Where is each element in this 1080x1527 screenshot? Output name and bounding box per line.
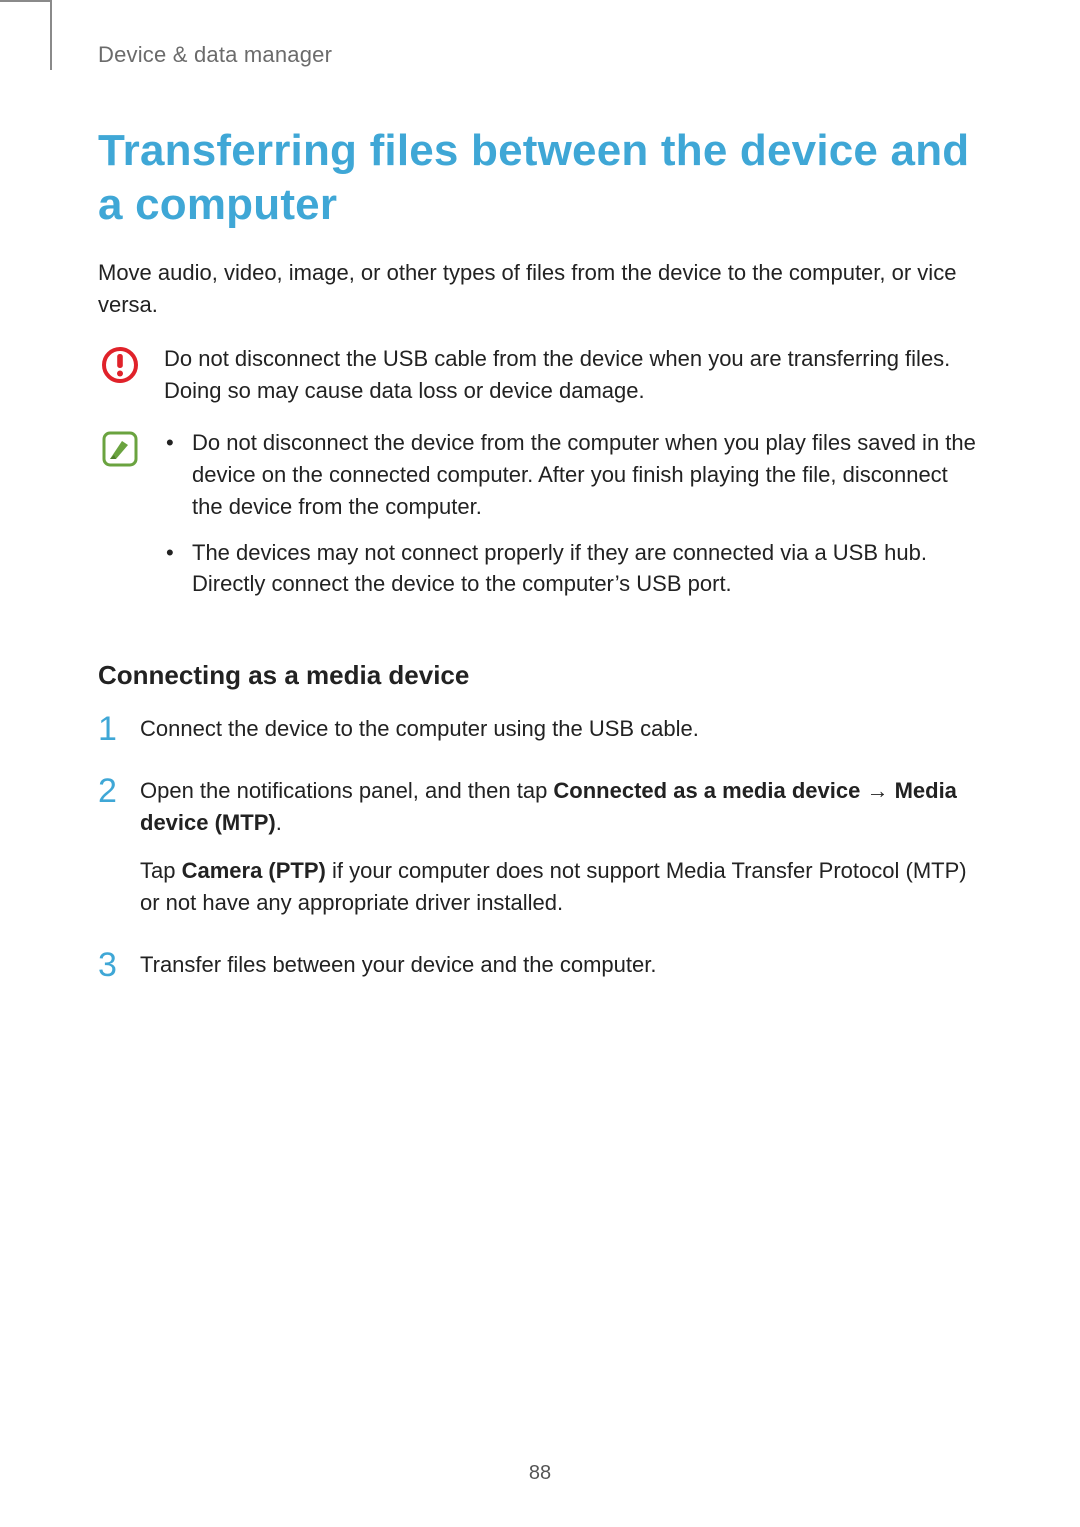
corner-rule-vertical xyxy=(50,0,52,70)
manual-page: Device & data manager Transferring files… xyxy=(0,0,1080,1527)
subheading: Connecting as a media device xyxy=(98,660,982,691)
note-bullet-list: Do not disconnect the device from the co… xyxy=(164,427,982,600)
caution-text: Do not disconnect the USB cable from the… xyxy=(164,343,982,407)
step-2-text: Open the notifications panel, and then t… xyxy=(140,775,982,839)
caution-icon xyxy=(98,343,142,407)
step-2: 2 Open the notifications panel, and then… xyxy=(98,775,982,919)
step-3: 3 Transfer files between your device and… xyxy=(98,949,982,981)
step-2-para-2: Tap Camera (PTP) if your computer does n… xyxy=(140,855,982,919)
note-icon xyxy=(98,427,142,614)
step-2p2-pre: Tap xyxy=(140,858,182,883)
note-bullet-1: Do not disconnect the device from the co… xyxy=(164,427,982,523)
steps-list: 1 Connect the device to the computer usi… xyxy=(98,713,982,980)
step-2p2-bold: Camera (PTP) xyxy=(182,858,326,883)
step-3-text: Transfer files between your device and t… xyxy=(140,949,982,981)
arrow-icon: → xyxy=(860,778,894,803)
step-1-text: Connect the device to the computer using… xyxy=(140,713,982,745)
step-2-post: . xyxy=(276,810,282,835)
section-header: Device & data manager xyxy=(98,42,982,68)
step-1: 1 Connect the device to the computer usi… xyxy=(98,713,982,745)
step-number-3: 3 xyxy=(98,941,117,990)
note-text: Do not disconnect the device from the co… xyxy=(164,427,982,614)
note-bullet-2: The devices may not connect properly if … xyxy=(164,537,982,601)
page-title: Transferring files between the device an… xyxy=(98,124,982,231)
step-2-pre: Open the notifications panel, and then t… xyxy=(140,778,553,803)
page-number: 88 xyxy=(0,1462,1080,1485)
intro-paragraph: Move audio, video, image, or other types… xyxy=(98,257,982,321)
step-number-1: 1 xyxy=(98,705,117,754)
step-number-2: 2 xyxy=(98,767,117,816)
caution-callout: Do not disconnect the USB cable from the… xyxy=(98,343,982,407)
corner-rule-horizontal xyxy=(0,0,50,2)
step-2-bold-1: Connected as a media device xyxy=(553,778,860,803)
note-callout: Do not disconnect the device from the co… xyxy=(98,427,982,614)
